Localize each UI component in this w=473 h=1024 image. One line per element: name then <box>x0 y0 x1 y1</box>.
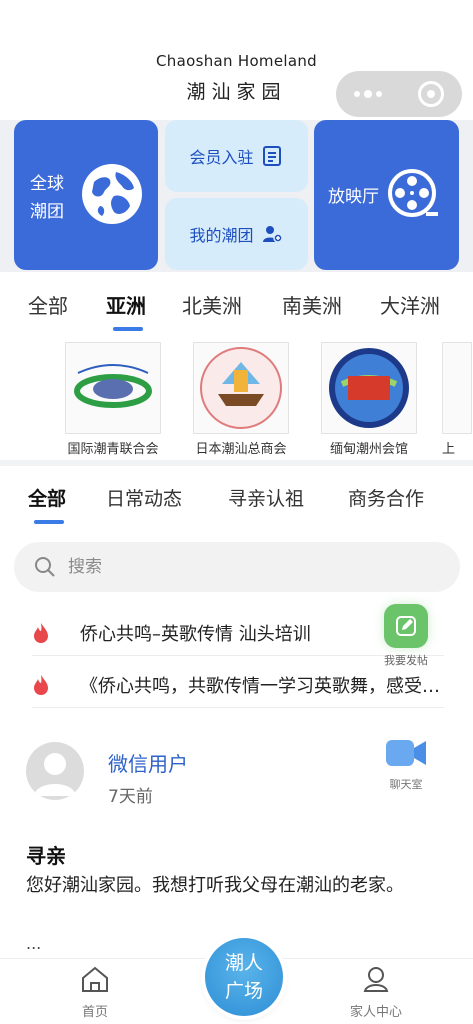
my-groups-tile[interactable]: 我的潮团 <box>165 198 308 270</box>
miniprogram-capsule <box>336 71 462 117</box>
region-tab-asia[interactable]: 亚洲 <box>106 290 146 319</box>
org-card[interactable]: 国际潮青联合会 <box>58 342 168 457</box>
search-bar[interactable] <box>14 542 460 592</box>
home-icon <box>82 966 108 992</box>
global-groups-label: 全球潮团 <box>30 174 64 222</box>
hot-post-title: 《侨心共鸣，共歌传情一学习英歌舞，感受潮汕文化魅力》 <box>80 675 440 697</box>
my-groups-label: 我的潮团 <box>189 226 254 245</box>
more-options-button[interactable] <box>336 90 399 98</box>
region-tab-indicator <box>113 327 143 331</box>
post-card[interactable]: 微信用户 7天前 聊天室 寻亲 您好潮汕家园。我想打听我父母在潮汕的老家。 ..… <box>0 722 473 958</box>
org-logo <box>193 342 289 434</box>
chaozhou-globe-logo-icon <box>329 348 409 428</box>
org-logo <box>65 342 161 434</box>
user-placeholder-icon <box>34 753 76 796</box>
post-body: 您好潮汕家园。我想打听我父母在潮汕的老家。 <box>26 875 404 896</box>
category-tab-indicator <box>34 520 64 524</box>
flame-icon <box>34 622 48 643</box>
org-carousel: 国际潮青联合会 日本潮汕总商会 缅甸潮州会馆 上 <box>0 334 473 460</box>
plaza-label-line2: 广场 <box>224 980 263 1002</box>
app-header: Chaoshan Homeland 潮汕家园 <box>0 0 473 120</box>
region-tab-all[interactable]: 全部 <box>28 290 68 319</box>
post-more[interactable]: ... <box>26 934 41 953</box>
globe-icon <box>82 164 142 224</box>
more-dot-icon <box>363 90 372 98</box>
category-tab-business[interactable]: 商务合作 <box>348 484 424 511</box>
region-tabs: 全部 亚洲 北美洲 南美洲 大洋洲 <box>0 272 473 334</box>
category-tab-daily[interactable]: 日常动态 <box>106 484 182 511</box>
search-input[interactable] <box>68 557 368 577</box>
post-title: 寻亲 <box>26 844 66 868</box>
org-card[interactable]: 日本潮汕总商会 <box>186 342 296 457</box>
form-icon <box>262 146 281 166</box>
member-join-label: 会员入驻 <box>189 148 254 167</box>
cinema-tile[interactable]: 放映厅 <box>314 120 459 270</box>
flame-icon <box>34 674 48 695</box>
nav-family-label: 家人中心 <box>349 1005 402 1020</box>
org-card[interactable]: 缅甸潮州会馆 <box>314 342 424 457</box>
more-dot-icon <box>353 91 360 97</box>
app-title-english: Chaoshan Homeland <box>156 52 317 70</box>
region-tab-north-america[interactable]: 北美洲 <box>182 290 242 319</box>
feature-tiles: 全球潮团 会员入驻 我的潮团 放映厅 <box>0 120 473 272</box>
org-name: 日本潮汕总商会 <box>195 442 287 457</box>
create-post-label: 我要发帖 <box>384 654 428 667</box>
nav-family-center[interactable]: 家人中心 <box>336 965 416 1020</box>
nav-home[interactable]: 首页 <box>55 965 135 1020</box>
category-tab-all[interactable]: 全部 <box>28 484 66 511</box>
more-dot-icon <box>375 91 382 97</box>
org-card[interactable]: 上 <box>442 342 473 457</box>
chat-room-label: 聊天室 <box>389 778 423 791</box>
region-tab-oceania[interactable]: 大洋洲 <box>380 290 440 319</box>
org-name: 缅甸潮州会馆 <box>329 442 408 457</box>
member-join-tile[interactable]: 会员入驻 <box>165 120 308 192</box>
plaza-label-line1: 潮人 <box>224 952 263 974</box>
cinema-label: 放映厅 <box>328 187 379 207</box>
category-tab-family-search[interactable]: 寻亲认祖 <box>228 484 304 511</box>
video-camera-icon <box>386 740 426 766</box>
create-post-button[interactable]: 我要发帖 <box>370 604 442 672</box>
post-author-name[interactable]: 微信用户 <box>108 748 188 777</box>
edit-icon <box>384 604 428 648</box>
youth-federation-logo-icon <box>74 364 152 408</box>
search-icon <box>35 557 55 577</box>
group-icon <box>262 226 283 243</box>
region-tab-south-america[interactable]: 南美洲 <box>282 290 342 319</box>
global-groups-tile[interactable]: 全球潮团 <box>14 120 158 270</box>
ship-seal-logo-icon <box>200 347 282 429</box>
close-miniprogram-button[interactable] <box>399 81 462 107</box>
person-icon <box>363 967 389 992</box>
org-name: 国际潮青联合会 <box>67 442 159 457</box>
org-logo <box>321 342 417 434</box>
avatar[interactable] <box>26 742 84 800</box>
category-tabs: 全部 日常动态 寻亲认祖 商务合作 <box>0 466 473 532</box>
org-name: 上 <box>442 442 456 457</box>
target-icon <box>417 81 444 107</box>
chat-room-button[interactable]: 聊天室 <box>380 736 432 792</box>
plaza-button[interactable]: 潮人 广场 <box>205 938 283 1016</box>
org-logo <box>442 342 472 434</box>
film-reel-icon <box>388 169 438 217</box>
nav-home-label: 首页 <box>81 1005 108 1020</box>
post-timestamp: 7天前 <box>108 787 153 807</box>
